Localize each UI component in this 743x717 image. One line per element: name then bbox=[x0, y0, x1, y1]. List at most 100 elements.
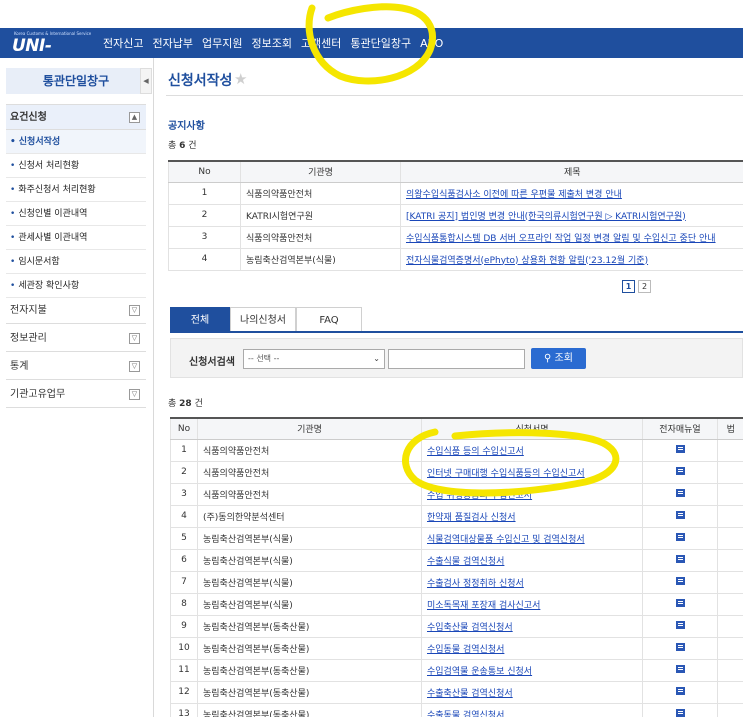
sidebar-item-broker-transfer[interactable]: • 관세사별 이관내역 bbox=[6, 226, 146, 250]
bullet-icon: • bbox=[10, 209, 16, 219]
application-form-link[interactable]: 수입검역물 운송통보 신청서 bbox=[427, 667, 532, 677]
tab-faq[interactable]: FAQ bbox=[296, 307, 362, 332]
cell-extra bbox=[717, 593, 743, 616]
cell-title: 전자식물검역증명서(ePhyto) 상용화 현황 알림('23.12월 기준) bbox=[400, 248, 743, 271]
application-form-link[interactable]: 미소독목재 포장재 검사신고서 bbox=[427, 601, 540, 611]
search-button-label: 조회 bbox=[554, 353, 573, 364]
cell-extra bbox=[717, 483, 743, 506]
tab-all[interactable]: 전체 bbox=[170, 307, 230, 332]
notice-link[interactable]: 전자식물검역증명서(ePhyto) 상용화 현황 알림('23.12월 기준) bbox=[406, 256, 648, 266]
application-form-link[interactable]: 수입식품 등의 수입신고서 bbox=[427, 447, 524, 457]
cell-manual bbox=[642, 505, 718, 528]
cell-form-name: 미소독목재 포장재 검사신고서 bbox=[421, 593, 643, 616]
sidebar-section-agency-tasks[interactable]: 기관고유업무 ▽ bbox=[6, 382, 146, 408]
collapse-left-icon[interactable]: ◀ bbox=[140, 68, 152, 94]
manual-document-icon[interactable] bbox=[675, 444, 685, 453]
manual-document-icon[interactable] bbox=[675, 664, 685, 673]
application-form-link[interactable]: 한약재 품질검사 신청서 bbox=[427, 513, 516, 523]
top-blank-strip bbox=[0, 0, 743, 28]
sidebar-item-customs-check[interactable]: • 세관장 확인사항 bbox=[6, 274, 146, 298]
bullet-icon: • bbox=[10, 137, 16, 147]
manual-document-icon[interactable] bbox=[675, 642, 685, 651]
expand-toggle-icon[interactable]: ▽ bbox=[129, 361, 140, 372]
manual-document-icon[interactable] bbox=[675, 576, 685, 585]
nav-e-payment[interactable]: 전자납부 bbox=[152, 35, 192, 51]
nav-business-support[interactable]: 업무지원 bbox=[202, 35, 242, 51]
table-row: 7 농림축산검역본부(식물) 수출검사 정정취하 신청서 bbox=[170, 571, 743, 594]
sidebar-item-applicant-transfer[interactable]: • 신청인별 이관내역 bbox=[6, 202, 146, 226]
application-form-link[interactable]: 수출축산물 검역신청서 bbox=[427, 689, 513, 699]
sidebar-section-statistics[interactable]: 통계 ▽ bbox=[6, 354, 146, 380]
manual-document-icon[interactable] bbox=[675, 598, 685, 607]
notice-link[interactable]: 수입식품통합시스템 DB 서버 오프라인 작업 일정 변경 알림 및 수입신고 … bbox=[406, 234, 716, 244]
nav-customer-center[interactable]: 고객센터 bbox=[301, 35, 341, 51]
nav-info-lookup[interactable]: 정보조회 bbox=[251, 35, 291, 51]
manual-document-icon[interactable] bbox=[675, 510, 685, 519]
application-form-link[interactable]: 수입동물 검역신청서 bbox=[427, 645, 504, 655]
cell-no: 3 bbox=[170, 483, 198, 506]
notice-link[interactable]: 의왕수입식품검사소 이전에 따른 우편물 제출처 변경 안내 bbox=[406, 190, 622, 200]
cell-org: 농림축산검역본부(식물) bbox=[197, 571, 422, 594]
search-button[interactable]: ⚲ 조회 bbox=[531, 348, 586, 369]
cell-org: 농림축산검역본부(식물) bbox=[197, 549, 422, 572]
tab-my-applications[interactable]: 나의신청서 bbox=[230, 307, 296, 332]
cell-title: 의왕수입식품검사소 이전에 따른 우편물 제출처 변경 안내 bbox=[400, 182, 743, 205]
cell-manual bbox=[642, 483, 718, 506]
page-1-button[interactable]: 1 bbox=[622, 280, 635, 293]
sidebar-item-application-write[interactable]: • 신청서작성 bbox=[6, 130, 146, 154]
manual-document-icon[interactable] bbox=[675, 554, 685, 563]
cell-org: 식품의약품안전처 bbox=[197, 461, 422, 484]
table-row: 9 농림축산검역본부(동축산물) 수입축산물 검역신청서 bbox=[170, 615, 743, 638]
nav-e-declaration[interactable]: 전자신고 bbox=[103, 35, 143, 51]
application-form-link[interactable]: 식물검역대상물품 수입신고 및 검역신청서 bbox=[427, 535, 585, 545]
cell-manual bbox=[642, 637, 718, 660]
count-suffix: 건 bbox=[194, 399, 203, 409]
cell-manual bbox=[642, 549, 718, 572]
nav-aeo[interactable]: AEO bbox=[420, 37, 443, 50]
search-input[interactable] bbox=[388, 349, 525, 369]
table-row: 11 농림축산검역본부(동축산물) 수입검역물 운송통보 신청서 bbox=[170, 659, 743, 682]
bullet-icon: • bbox=[10, 281, 16, 291]
manual-document-icon[interactable] bbox=[675, 488, 685, 497]
nav-single-window[interactable]: 통관단일창구 bbox=[350, 35, 411, 51]
application-form-link[interactable]: 수입 위생용품의 수입신고서 bbox=[427, 491, 532, 501]
sidebar-section-info-manage[interactable]: 정보관리 ▽ bbox=[6, 326, 146, 352]
manual-document-icon[interactable] bbox=[675, 620, 685, 629]
application-form-link[interactable]: 수출식물 검역신청서 bbox=[427, 557, 504, 567]
sidebar-item-processing-status[interactable]: • 신청서 처리현황 bbox=[6, 154, 146, 178]
expand-toggle-icon[interactable]: ▽ bbox=[129, 389, 140, 400]
sidebar-section-requirement[interactable]: 요건신청 ▲ bbox=[6, 104, 146, 130]
page-2-button[interactable]: 2 bbox=[638, 280, 651, 293]
search-type-select[interactable]: -- 선택 -- ⌄ bbox=[243, 349, 385, 369]
application-form-link[interactable]: 인터넷 구매대행 수입식품등의 수입신고서 bbox=[427, 469, 585, 479]
cell-org: 식품의약품안전처 bbox=[240, 182, 401, 205]
sidebar-item-label: 신청인별 이관내역 bbox=[18, 209, 88, 219]
notice-table: No 기관명 제목 1 식품의약품안전처 의왕수입식품검사소 이전에 따른 우편… bbox=[168, 160, 743, 271]
application-form-link[interactable]: 수출동물 검역신청서 bbox=[427, 711, 504, 717]
manual-document-icon[interactable] bbox=[675, 466, 685, 475]
sidebar-item-label: 신청서 처리현황 bbox=[18, 161, 80, 171]
divider bbox=[166, 95, 743, 96]
expand-toggle-icon[interactable]: ▽ bbox=[129, 305, 140, 316]
manual-document-icon[interactable] bbox=[675, 532, 685, 541]
application-form-link[interactable]: 수출검사 정정취하 신청서 bbox=[427, 579, 524, 589]
manual-document-icon[interactable] bbox=[675, 686, 685, 695]
search-icon: ⚲ bbox=[544, 353, 552, 364]
table-row: 1 식품의약품안전처 의왕수입식품검사소 이전에 따른 우편물 제출처 변경 안… bbox=[168, 182, 743, 205]
table-row: 3 식품의약품안전처 수입 위생용품의 수입신고서 bbox=[170, 483, 743, 506]
sidebar-item-shipper-status[interactable]: • 화주신청서 처리현황 bbox=[6, 178, 146, 202]
cell-manual bbox=[642, 615, 718, 638]
collapse-toggle-icon[interactable]: ▲ bbox=[129, 112, 140, 123]
favorite-star-icon[interactable]: ★ bbox=[234, 70, 247, 88]
manual-document-icon[interactable] bbox=[675, 708, 685, 717]
expand-toggle-icon[interactable]: ▽ bbox=[129, 333, 140, 344]
sidebar-section-payment[interactable]: 전자지불 ▽ bbox=[6, 298, 146, 324]
sidebar-item-temp-docs[interactable]: • 임시문서함 bbox=[6, 250, 146, 274]
count-prefix: 총 bbox=[168, 399, 177, 409]
notice-link[interactable]: [KATRI 공지] 법인명 변경 안내(한국의류시험연구원 ▷ KATRI시험… bbox=[406, 212, 686, 222]
unipass-logo[interactable]: Korea Customs & International Service UN… bbox=[12, 31, 92, 76]
cell-title: 수입식품통합시스템 DB 서버 오프라인 작업 일정 변경 알림 및 수입신고 … bbox=[400, 226, 743, 249]
cell-form-name: 한약재 품질검사 신청서 bbox=[421, 505, 643, 528]
table-row: 1 식품의약품안전처 수입식품 등의 수입신고서 bbox=[170, 439, 743, 462]
application-form-link[interactable]: 수입축산물 검역신청서 bbox=[427, 623, 513, 633]
